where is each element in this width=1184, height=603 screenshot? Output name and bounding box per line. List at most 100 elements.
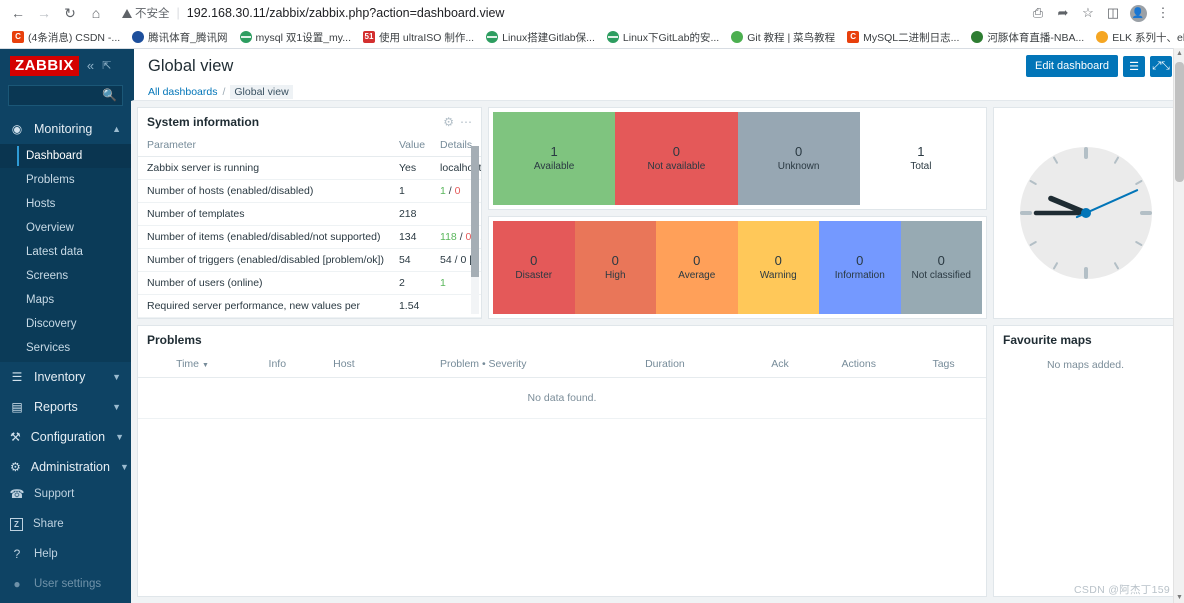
chevron-down-icon[interactable]: ▼: [120, 462, 129, 472]
bookmark-item[interactable]: CMySQL二进制日志...: [841, 29, 965, 46]
profile-avatar-icon[interactable]: 👤: [1127, 2, 1149, 24]
sidebar-group-configuration[interactable]: ⚒Configuration▼: [0, 422, 131, 452]
hamburger-list-icon[interactable]: ☰: [1123, 56, 1145, 77]
sidebar-link-share[interactable]: ZShare: [0, 509, 131, 539]
edit-dashboard-button[interactable]: Edit dashboard: [1026, 55, 1118, 77]
sidebar-link-user-settings[interactable]: ●User settings: [0, 569, 131, 599]
bookmark-item[interactable]: 河豚体育直播-NBA...: [965, 29, 1090, 46]
tile-total[interactable]: 1Total: [860, 112, 982, 205]
bookmark-star-icon[interactable]: ☆: [1077, 2, 1099, 24]
ellipsis-icon[interactable]: ⋯: [460, 115, 472, 129]
side-panel-icon[interactable]: ◫: [1102, 2, 1124, 24]
zabbix-logo[interactable]: ZABBIX: [10, 56, 79, 75]
collapse-chevrons-icon[interactable]: «: [87, 58, 94, 73]
sidebar-item-screens[interactable]: Screens: [0, 264, 131, 288]
column-header-duration[interactable]: Duration: [586, 353, 743, 378]
eye-icon: ◉: [10, 122, 24, 136]
column-header-actions[interactable]: Actions: [816, 353, 901, 378]
sidebar-item-services[interactable]: Services: [0, 336, 131, 360]
chrome-menu-icon[interactable]: ⋮: [1152, 2, 1174, 24]
bookmark-label: mysql 双1设置_my...: [256, 30, 351, 45]
column-header-info[interactable]: Info: [247, 353, 308, 378]
column-header-problem-severity[interactable]: Problem • Severity: [380, 353, 586, 378]
sidebar-item-latest-data[interactable]: Latest data: [0, 240, 131, 264]
table-row: Number of users (online)21: [138, 272, 482, 295]
chevron-down-icon[interactable]: ▼: [115, 432, 124, 442]
security-warning[interactable]: 不安全: [122, 5, 170, 21]
fullscreen-expand-icon[interactable]: ⤢⤡: [1150, 56, 1172, 77]
tile-available[interactable]: 1Available: [493, 112, 615, 205]
bookmark-item[interactable]: Linux下GitLab的安...: [601, 29, 725, 46]
scroll-up-arrow[interactable]: ▲: [1175, 50, 1184, 57]
sidebar-item-hosts[interactable]: Hosts: [0, 192, 131, 216]
sidebar-search[interactable]: 🔍: [8, 85, 123, 106]
column-header-tags[interactable]: Tags: [901, 353, 986, 378]
tile-average[interactable]: 0Average: [656, 221, 738, 314]
sidebar-link-help[interactable]: ?Help: [0, 539, 131, 569]
sidebar-group-label: Administration: [31, 460, 110, 474]
scrollbar-thumb[interactable]: [1175, 62, 1184, 182]
tile-not-available[interactable]: 0Not available: [615, 112, 737, 205]
translate-icon[interactable]: ⎙: [1027, 2, 1049, 24]
chevron-up-icon[interactable]: ▲: [112, 124, 121, 134]
search-icon[interactable]: 🔍: [102, 88, 117, 102]
forward-arrow-icon[interactable]: →: [32, 1, 56, 25]
tile-information[interactable]: 0Information: [819, 221, 901, 314]
sidebar-group-reports[interactable]: ▤Reports▼: [0, 392, 131, 422]
back-arrow-icon[interactable]: ←: [6, 1, 30, 25]
column-header-value: Value: [390, 135, 431, 157]
bookmark-item[interactable]: mysql 双1设置_my...: [234, 29, 357, 46]
bookmark-item[interactable]: 51使用 ultraISO 制作...: [357, 29, 480, 46]
table-row: Number of templates218: [138, 203, 482, 226]
pin-sidebar-icon[interactable]: ⇱: [102, 59, 111, 72]
column-header-label: Time: [176, 358, 199, 370]
sidebar-item-problems[interactable]: Problems: [0, 168, 131, 192]
share-icon[interactable]: ➦: [1052, 2, 1074, 24]
column-header-host[interactable]: Host: [308, 353, 381, 378]
bookmark-item[interactable]: 腾讯体育_腾讯网: [126, 29, 233, 46]
favourite-maps-empty-message: No maps added.: [994, 353, 1177, 371]
chevron-down-icon[interactable]: ▼: [112, 402, 121, 412]
tile-not-classified[interactable]: 0Not classified: [901, 221, 983, 314]
user-icon: ●: [10, 577, 24, 591]
details-part: 16: [480, 231, 482, 243]
sidebar-item-overview[interactable]: Overview: [0, 216, 131, 240]
bookmark-item[interactable]: Git 教程 | 菜鸟教程: [725, 29, 841, 46]
page-scrollbar[interactable]: ▲ ▼: [1173, 48, 1184, 603]
breadcrumb-all-dashboards[interactable]: All dashboards: [148, 86, 217, 98]
address-bar[interactable]: 不安全 | 192.168.30.11/zabbix/zabbix.php?ac…: [114, 2, 1025, 24]
sidebar-item-maps[interactable]: Maps: [0, 288, 131, 312]
home-icon[interactable]: ⌂: [84, 1, 108, 25]
parameter-cell: Required server performance, new values …: [138, 295, 390, 318]
column-header-time[interactable]: Time▼: [138, 353, 247, 378]
widget-scrollbar[interactable]: [471, 146, 479, 314]
parameter-cell: Number of hosts (enabled/disabled): [138, 180, 390, 203]
tile-label: Available: [534, 161, 574, 172]
breadcrumb-current: Global view: [230, 85, 292, 99]
tile-high[interactable]: 0High: [575, 221, 657, 314]
tile-warning[interactable]: 0Warning: [738, 221, 820, 314]
sidebar-group-administration[interactable]: ⚙Administration▼: [0, 452, 131, 479]
bookmark-item[interactable]: ELK 系列十、elasti...: [1090, 29, 1184, 46]
tile-count: 0: [530, 254, 537, 268]
sidebar-group-label: Reports: [34, 400, 102, 414]
problems-header: Problems: [138, 326, 986, 353]
table-row: No data found.: [138, 378, 986, 419]
sidebar-group-monitoring[interactable]: ◉Monitoring▲: [0, 114, 131, 144]
reload-icon[interactable]: ↻: [58, 1, 82, 25]
sidebar-item-dashboard[interactable]: Dashboard: [0, 144, 131, 168]
sidebar-group-inventory[interactable]: ☰Inventory▼: [0, 362, 131, 392]
bookmark-item[interactable]: C(4条消息) CSDN -...: [6, 29, 126, 46]
favourite-maps-widget: Favourite maps No maps added.: [993, 325, 1178, 597]
search-input[interactable]: [15, 89, 116, 101]
wrench-icon: ⚒: [10, 430, 21, 444]
scroll-down-arrow[interactable]: ▼: [1175, 594, 1184, 601]
gear-icon[interactable]: ⚙: [443, 115, 454, 129]
column-header-ack[interactable]: Ack: [744, 353, 817, 378]
chevron-down-icon[interactable]: ▼: [112, 372, 121, 382]
sidebar-item-discovery[interactable]: Discovery: [0, 312, 131, 336]
sidebar-link-support[interactable]: ☎Support: [0, 479, 131, 509]
tile-disaster[interactable]: 0Disaster: [493, 221, 575, 314]
tile-unknown[interactable]: 0Unknown: [738, 112, 860, 205]
bookmark-item[interactable]: Linux搭建Gitlab保...: [480, 29, 601, 46]
